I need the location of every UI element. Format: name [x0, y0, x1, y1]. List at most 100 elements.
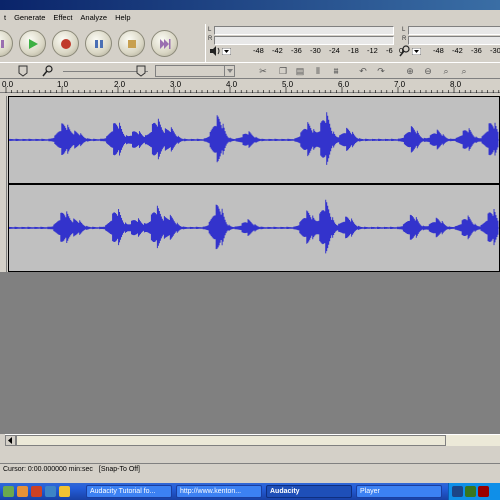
taskbar-item-label: Audacity Tutorial fo...: [90, 488, 156, 495]
level-meter-toolbar: L R L R -48 -42 -36 -30 -24 -18 -12 -6 0…: [205, 24, 500, 62]
trim-icon[interactable]: ⦀: [311, 65, 325, 78]
audio-track-left-channel[interactable]: [0, 96, 500, 184]
menu-item-transport[interactable]: t: [0, 13, 10, 22]
meter-tick-label: 0: [399, 46, 404, 55]
zoom-in-icon[interactable]: ⊕: [403, 65, 417, 78]
stop-icon: [119, 31, 144, 56]
pause-icon: [0, 31, 12, 56]
play-icon: [20, 31, 45, 56]
tray-icon[interactable]: [478, 486, 489, 497]
chevron-down-icon[interactable]: [411, 47, 422, 56]
transport-toolbar: [0, 24, 205, 62]
left-channel-label: L: [402, 27, 406, 33]
ruler-label: 4.0: [226, 80, 238, 89]
ruler-ticks: [5, 87, 500, 93]
menu-item-help[interactable]: Help: [111, 13, 134, 22]
record-meter-scale: -48 -42 -36 -30: [433, 46, 500, 55]
chevron-down-icon: [224, 66, 234, 76]
snap-status: [Snap-To Off]: [98, 466, 141, 473]
record-meter-right: [408, 36, 500, 45]
microphone-icon: [42, 65, 54, 77]
pause-button[interactable]: [85, 30, 112, 57]
tray-icon[interactable]: [452, 486, 463, 497]
timeline-ruler[interactable]: 0.0 1.0 2.0 3.0 4.0 5.0 6.0 7.0 8.0: [0, 79, 500, 93]
pause-icon: [86, 31, 111, 56]
redo-icon[interactable]: ↷: [374, 65, 388, 78]
pause-button-partial[interactable]: [0, 30, 13, 57]
show-desktop-icon[interactable]: [3, 486, 14, 497]
quick-launch-icon[interactable]: [31, 486, 42, 497]
quick-launch-icon[interactable]: [45, 486, 56, 497]
record-button[interactable]: [52, 30, 79, 57]
horizontal-scrollbar[interactable]: [5, 434, 500, 446]
taskbar-item[interactable]: Audacity Tutorial fo...: [86, 485, 172, 498]
skip-end-icon: [152, 31, 177, 56]
menu-item-generate[interactable]: Generate: [10, 13, 49, 22]
ruler-label: 0.0: [2, 80, 14, 89]
right-channel-label: R: [208, 36, 213, 42]
track-workspace[interactable]: [0, 272, 500, 434]
meter-tick-label: -6: [386, 46, 393, 55]
cursor-position: Cursor: 0:00.000000 min:sec: [3, 466, 93, 473]
taskbar-item-active[interactable]: Audacity: [266, 485, 352, 498]
chevron-down-icon[interactable]: [221, 47, 232, 56]
stop-button[interactable]: [118, 30, 145, 57]
volume-slider-thumb[interactable]: [17, 65, 29, 77]
ruler-label: 8.0: [450, 80, 462, 89]
fit-project-icon[interactable]: ⌕: [457, 65, 471, 78]
meter-tick-label: -42: [452, 46, 463, 55]
menu-item-effect[interactable]: Effect: [49, 13, 76, 22]
ruler-label: 6.0: [338, 80, 350, 89]
quick-launch-icon[interactable]: [59, 486, 70, 497]
scroll-left-button[interactable]: [5, 435, 16, 446]
copy-icon[interactable]: ❐: [276, 65, 290, 78]
meter-tick-label: -42: [272, 46, 283, 55]
cut-icon[interactable]: ✂: [256, 65, 270, 78]
track-control-panel[interactable]: [0, 96, 7, 184]
meter-tick-label: -30: [310, 46, 321, 55]
track-control-panel[interactable]: [0, 184, 7, 272]
scroll-thumb[interactable]: [16, 435, 446, 446]
fit-selection-icon[interactable]: ⌕: [439, 65, 453, 78]
meter-tick-label: -36: [291, 46, 302, 55]
menu-item-analyze[interactable]: Analyze: [76, 13, 111, 22]
chevron-left-icon: [8, 437, 12, 444]
taskbar-item[interactable]: http://www.kenton...: [176, 485, 262, 498]
taskbar-item-label: Audacity: [270, 488, 300, 495]
input-source-select[interactable]: [155, 65, 235, 77]
speaker-icon[interactable]: [209, 45, 223, 57]
taskbar-item[interactable]: Player: [356, 485, 442, 498]
status-bar: Cursor: 0:00.000000 min:sec [Snap-To Off…: [0, 463, 500, 475]
tray-icon[interactable]: [465, 486, 476, 497]
meter-tick-label: -48: [253, 46, 264, 55]
audio-track-right-channel[interactable]: [0, 184, 500, 272]
paste-icon[interactable]: ▤: [293, 65, 307, 78]
skip-end-button[interactable]: [151, 30, 178, 57]
system-tray: [448, 483, 500, 500]
taskbar-item-label: http://www.kenton...: [180, 488, 242, 495]
left-channel-label: L: [208, 27, 212, 33]
menu-bar: t Generate Effect Analyze Help: [0, 10, 500, 24]
meter-tick-label: -36: [471, 46, 482, 55]
waveform[interactable]: [8, 96, 500, 184]
waveform-graph: [9, 199, 499, 254]
record-icon: [53, 31, 78, 56]
title-bar: [0, 0, 500, 10]
right-channel-label: R: [402, 36, 407, 42]
undo-icon[interactable]: ↶: [356, 65, 370, 78]
meter-tick-label: -30: [490, 46, 500, 55]
ruler-label: 1.0: [57, 80, 69, 89]
waveform[interactable]: [8, 184, 500, 272]
quick-launch-icon[interactable]: [17, 486, 28, 497]
waveform-graph: [9, 112, 499, 165]
ruler-label: 3.0: [170, 80, 182, 89]
zoom-out-icon[interactable]: ⊖: [421, 65, 435, 78]
playback-meter-right: [214, 36, 394, 45]
ruler-label: 2.0: [114, 80, 126, 89]
playback-meter-scale: -48 -42 -36 -30 -24 -18 -12 -6 0: [253, 46, 407, 55]
play-button[interactable]: [19, 30, 46, 57]
playback-meter-left: [214, 26, 394, 35]
meter-tick-label: -48: [433, 46, 444, 55]
input-volume-slider-thumb[interactable]: [136, 65, 146, 77]
silence-icon[interactable]: ⩩: [329, 65, 343, 78]
